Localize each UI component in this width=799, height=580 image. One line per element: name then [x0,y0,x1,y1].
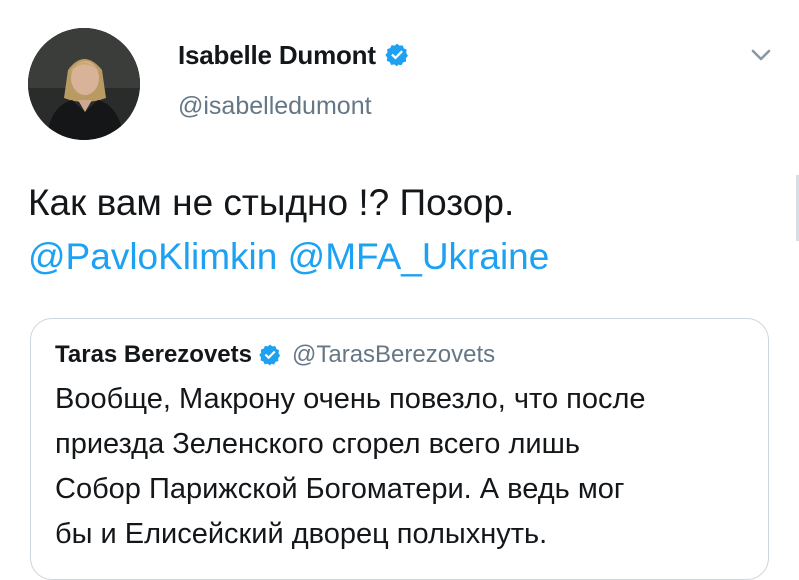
author-handle[interactable]: @isabelledumont [178,92,372,121]
author-name-row: Isabelle Dumont [178,38,410,72]
tweet-mentions-line: @PavloKlimkin @MFA_Ukraine [28,230,768,284]
chevron-down-icon[interactable] [746,40,776,70]
quoted-tweet-header: Taras Berezovets @TarasBerezovets [55,339,495,371]
quoted-tweet-line: Собор Парижской Богоматери. А ведь мог [55,473,625,505]
quoted-tweet-card[interactable]: Taras Berezovets @TarasBerezovets Вообще… [30,318,769,580]
avatar[interactable] [28,28,140,140]
quoted-tweet-text: Вообще, Макрону очень повезло, что после… [55,377,755,557]
author-display-name[interactable]: Isabelle Dumont [178,40,376,71]
tweet-text-line: Как вам не стыдно !? Позор. [28,182,515,223]
verified-badge-icon [259,344,281,366]
mention-link[interactable]: @PavloKlimkin [28,236,277,277]
quoted-tweet-line: бы и Елисейский дворец полыхнуть. [55,518,548,550]
quoted-tweet-line: Вообще, Макрону очень повезло, что после [55,383,646,415]
profile-photo-icon [28,28,140,140]
quoted-tweet-line: приезда Зеленского сгорел всего лишь [55,428,580,460]
tweet-text: Как вам не стыдно !? Позор. @PavloKlimki… [28,176,768,284]
quoted-author-handle: @TarasBerezovets [292,341,496,368]
mention-link[interactable]: @MFA_Ukraine [288,236,550,277]
tweet: Isabelle Dumont @isabelledumont Как вам … [0,0,799,580]
verified-badge-icon [385,43,408,67]
quoted-author-display-name: Taras Berezovets [55,341,252,368]
